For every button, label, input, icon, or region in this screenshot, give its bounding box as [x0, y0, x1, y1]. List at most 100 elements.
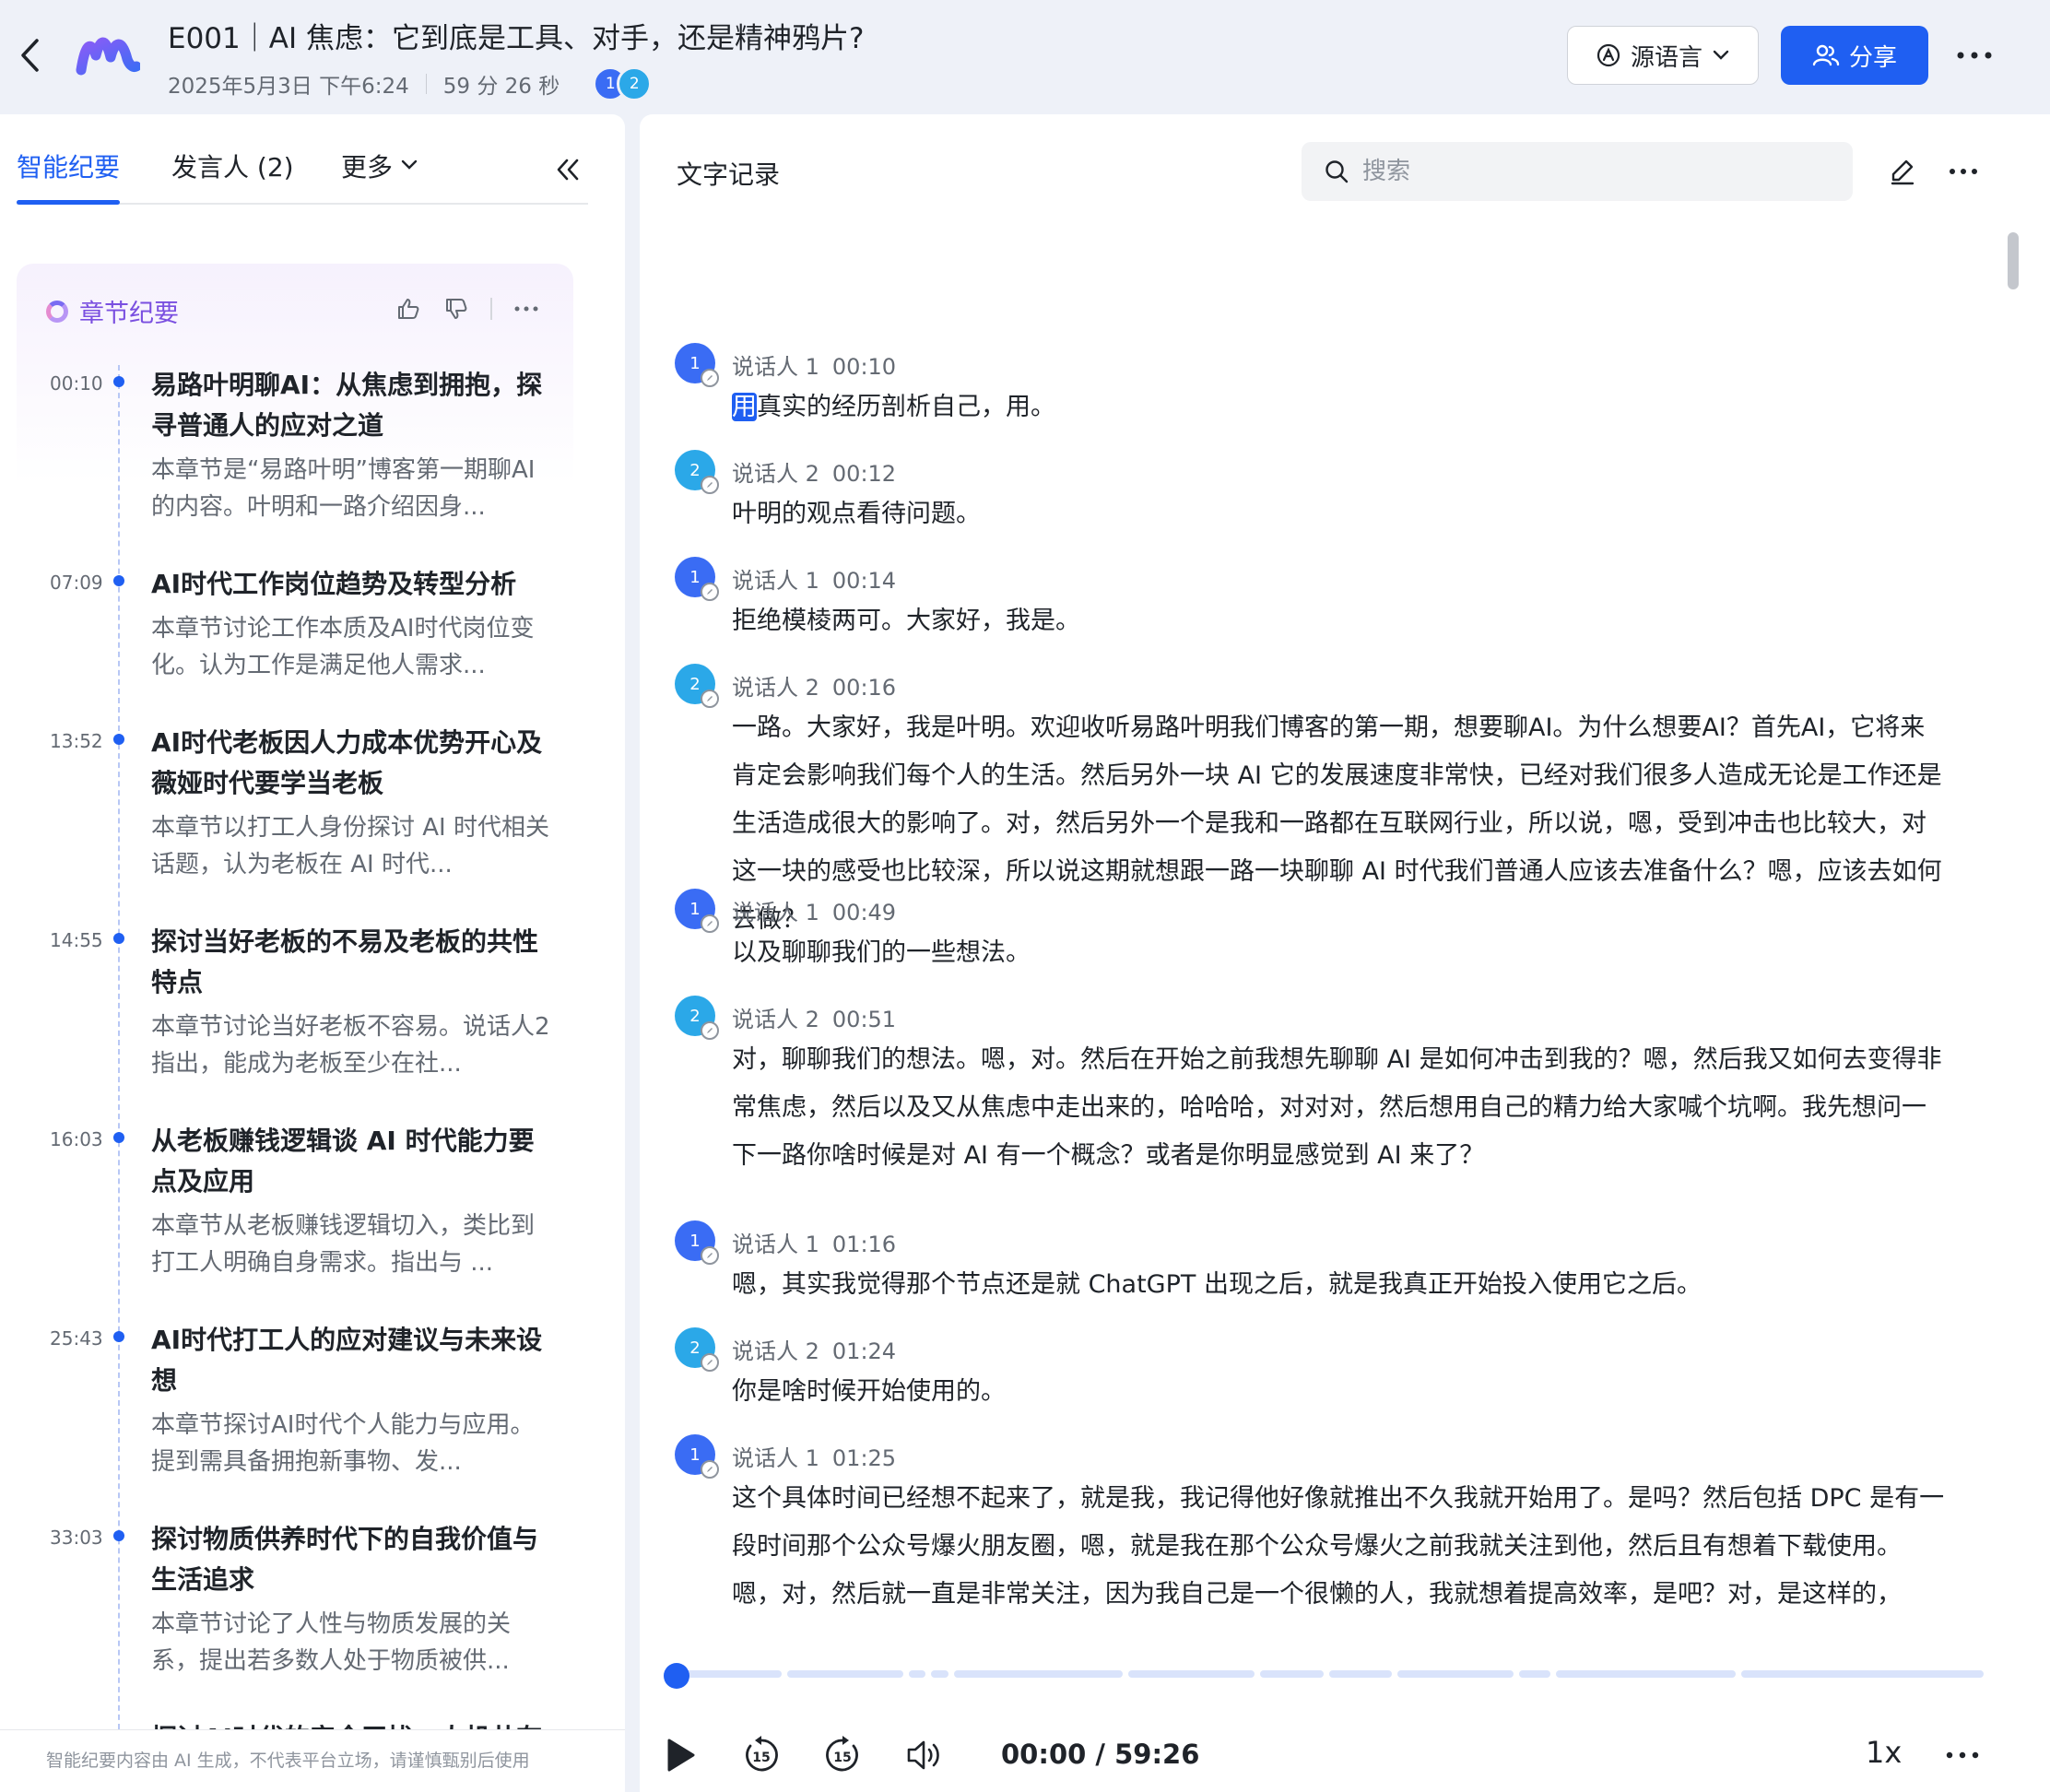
segment-text[interactable]: 对，聊聊我们的想法。嗯，对。然后在开始之前我想先聊聊 AI 是如何冲击到我的？嗯… — [732, 1036, 1949, 1180]
playback-time: 00:00 / 59:26 — [1001, 1739, 1200, 1770]
pencil-icon — [707, 1467, 713, 1472]
segment-timestamp[interactable]: 01:24 — [832, 1338, 896, 1364]
speaker-avatar[interactable]: 1 — [675, 557, 719, 601]
tab-more-label: 更多 — [341, 152, 394, 183]
pencil-icon — [1891, 159, 1915, 185]
progress-segment[interactable] — [1260, 1670, 1324, 1678]
progress-segment[interactable] — [787, 1670, 904, 1678]
svg-text:15: 15 — [833, 1751, 851, 1765]
ellipsis-icon — [1950, 169, 1977, 174]
collapse-panel-button[interactable] — [549, 151, 586, 188]
current-word-highlight: 用 — [732, 393, 757, 421]
transcript-scrollbar[interactable] — [2008, 232, 2019, 289]
transcript-more-button[interactable] — [1943, 153, 1984, 190]
more-options-button[interactable] — [1950, 31, 1998, 79]
segment-timestamp[interactable]: 00:12 — [832, 461, 896, 487]
source-language-button[interactable]: 源语言 — [1567, 26, 1759, 85]
segment-text[interactable]: 嗯，其实我觉得那个节点还是就 ChatGPT 出现之后，就是我真正开始投入使用它… — [732, 1261, 1949, 1309]
segment-timestamp[interactable]: 00:49 — [832, 900, 896, 925]
audio-player: 15 15 00:00 / 59:26 1x — [640, 1626, 2050, 1792]
progress-segment[interactable] — [1740, 1670, 1984, 1678]
volume-button[interactable] — [901, 1733, 946, 1777]
forward-15-button[interactable]: 15 — [820, 1733, 865, 1777]
speaker-name: 说话人 1 — [732, 1445, 819, 1471]
tab-more[interactable]: 更多 — [341, 147, 418, 203]
recording-date: 2025年5月3日 下午6:24 — [168, 75, 409, 99]
segment-text[interactable]: 拒绝模棱两可。大家好，我是。 — [732, 597, 1949, 645]
speaker-avatar[interactable]: 1 — [675, 889, 719, 933]
speaker-avatar[interactable]: 2 — [675, 450, 719, 494]
thumbs-down-button[interactable] — [442, 295, 470, 323]
thumbs-up-button[interactable] — [395, 295, 422, 323]
progress-segment[interactable] — [1127, 1670, 1255, 1678]
segment-timestamp[interactable]: 01:25 — [832, 1445, 896, 1471]
progress-segment[interactable] — [1519, 1670, 1551, 1678]
speaker-avatar[interactable]: 1 — [675, 1434, 719, 1479]
chevron-down-icon — [401, 159, 418, 170]
segment-text[interactable]: 你是啥时候开始使用的。 — [732, 1368, 1949, 1416]
segment-timestamp[interactable]: 00:14 — [832, 568, 896, 594]
share-button[interactable]: 分享 — [1781, 26, 1928, 85]
speaker-avatar[interactable]: 1 — [675, 1220, 719, 1265]
speaker-avatar[interactable]: 2 — [675, 996, 719, 1040]
edit-speaker-badge[interactable] — [701, 369, 719, 387]
search-input[interactable] — [1362, 158, 1823, 185]
edit-speaker-badge[interactable] — [701, 583, 719, 601]
player-more-button[interactable] — [1939, 1735, 1985, 1775]
progress-segment[interactable] — [953, 1670, 1123, 1678]
progress-segment[interactable] — [1556, 1670, 1736, 1678]
edit-speaker-badge[interactable] — [701, 690, 719, 708]
timeline-dot — [113, 933, 124, 944]
tab-smart-summary[interactable]: 智能纪要 — [17, 147, 121, 205]
pencil-icon — [707, 696, 713, 701]
speaker-avatar[interactable]: 2 — [675, 1327, 719, 1372]
progress-segment[interactable] — [909, 1670, 926, 1678]
edit-speaker-badge[interactable] — [701, 1021, 719, 1040]
forward-15-icon: 15 — [826, 1736, 858, 1772]
speaker-line: 说话人 2 01:24 — [732, 1333, 896, 1365]
timeline-dot — [113, 734, 124, 745]
speaker-avatar[interactable]: 2 — [675, 664, 719, 708]
pencil-icon — [707, 589, 713, 595]
segment-timestamp[interactable]: 01:16 — [832, 1232, 896, 1257]
transcript-list[interactable]: 1 说话人 1 00:10 用真实的经历剖析自己，用。 2 说话人 2 00:12 叶明的观点… — [640, 225, 2041, 1626]
speaker-name: 说话人 2 — [732, 1007, 819, 1032]
chapter-time: 33:03 — [50, 1527, 103, 1549]
segment-text[interactable]: 叶明的观点看待问题。 — [732, 490, 1949, 538]
progress-segment[interactable] — [931, 1670, 948, 1678]
playback-speed-button[interactable]: 1x — [1866, 1735, 1902, 1770]
chapter-more-button[interactable] — [512, 295, 540, 323]
back-button[interactable] — [13, 31, 46, 79]
tab-speakers[interactable]: 发言人 (2) — [171, 147, 294, 203]
speaker-line: 说话人 2 00:12 — [732, 455, 896, 488]
thumbs-down-icon — [446, 299, 467, 319]
users-icon — [1812, 44, 1840, 66]
search-box[interactable] — [1302, 142, 1853, 201]
progress-bar[interactable] — [677, 1670, 1984, 1680]
progress-segment[interactable] — [1328, 1670, 1393, 1678]
segment-text[interactable]: 这个具体时间已经想不起来了，就是我，我记得他好像就推出不久我就开始用了。是吗？然… — [732, 1475, 1949, 1626]
edit-speaker-badge[interactable] — [701, 1460, 719, 1479]
segment-timestamp[interactable]: 00:10 — [832, 354, 896, 380]
segment-text[interactable]: 一路。大家好，我是叶明。欢迎收听易路叶明我们博客的第一期，想要聊AI。为什么想要… — [732, 704, 1949, 944]
edit-speaker-badge[interactable] — [701, 914, 719, 933]
edit-speaker-badge[interactable] — [701, 476, 719, 494]
progress-segment[interactable] — [1397, 1670, 1514, 1678]
edit-transcript-button[interactable] — [1884, 153, 1921, 190]
segment-timestamp[interactable]: 00:16 — [832, 675, 896, 701]
speaker-avatar[interactable]: 1 — [675, 343, 719, 387]
speaker-number: 1 — [689, 1444, 701, 1465]
progress-segment[interactable] — [677, 1670, 783, 1678]
double-chevron-left-icon — [557, 159, 579, 181]
progress-knob[interactable] — [664, 1663, 689, 1689]
chapter-desc: 本章节讨论了人性与物质发展的关系，提出若多数人处于物质被供... — [151, 1610, 512, 1675]
rewind-15-button[interactable]: 15 — [739, 1733, 783, 1777]
segment-text[interactable]: 以及聊聊我们的一些想法。 — [732, 929, 1949, 977]
avatar[interactable]: 2 — [617, 66, 653, 101]
segment-timestamp[interactable]: 00:51 — [832, 1007, 896, 1032]
edit-speaker-badge[interactable] — [701, 1246, 719, 1265]
edit-speaker-badge[interactable] — [701, 1353, 719, 1372]
participant-avatars[interactable]: 1 2 — [593, 66, 653, 101]
play-button[interactable] — [658, 1733, 702, 1777]
segment-text[interactable]: 用真实的经历剖析自己，用。 — [732, 383, 1949, 431]
